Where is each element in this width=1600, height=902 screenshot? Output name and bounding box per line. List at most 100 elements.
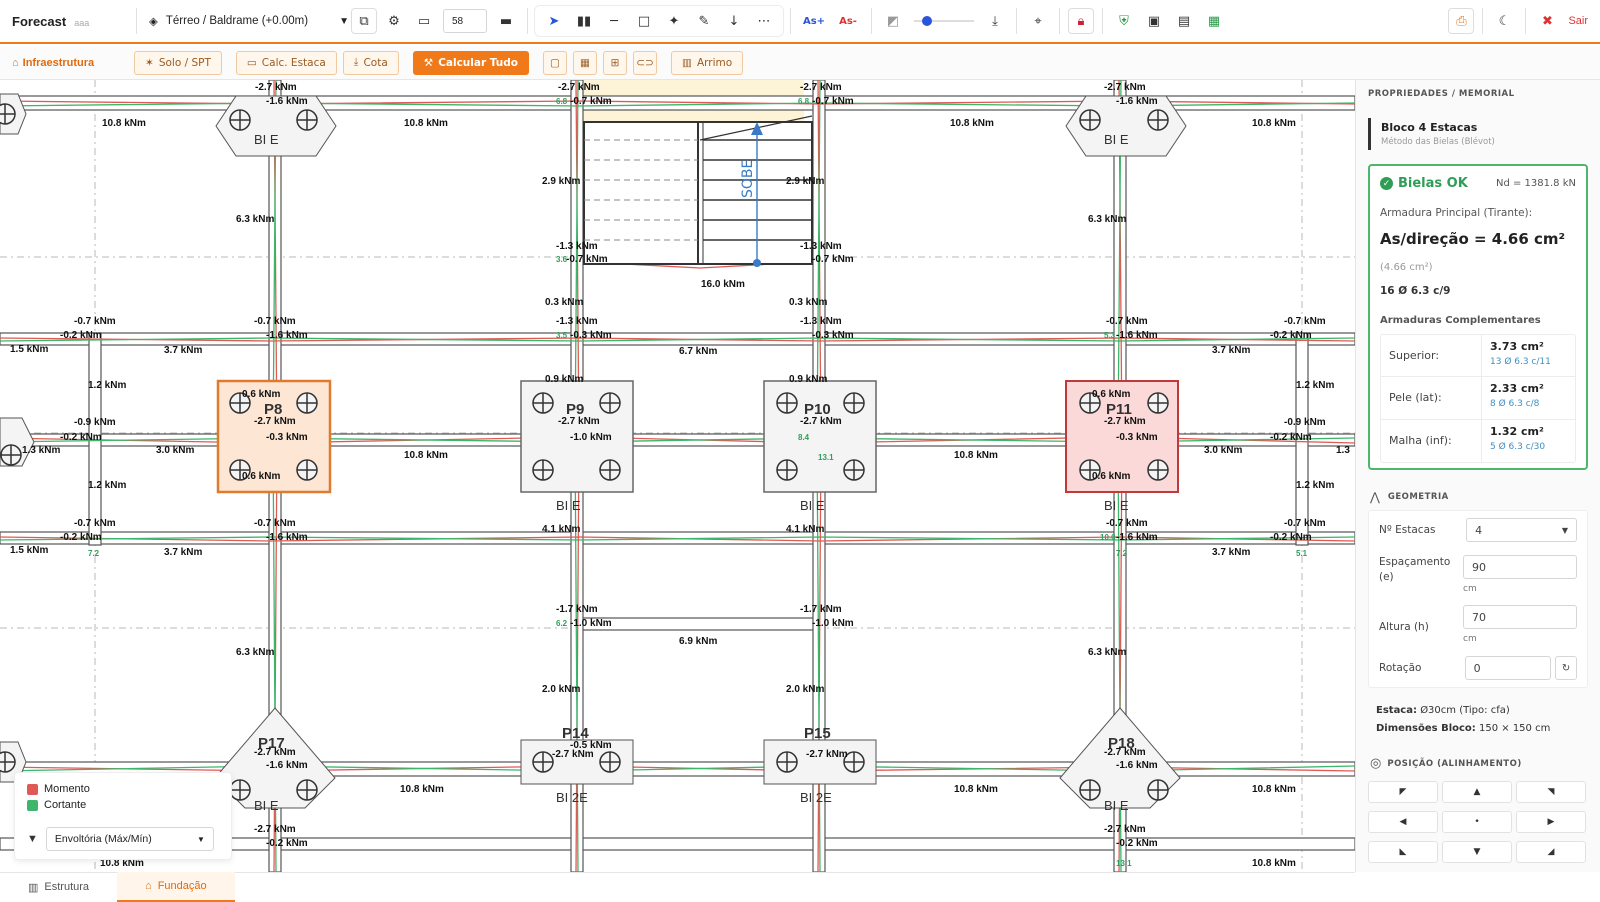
espacamento-row: Espaçamento (e) 90 cm	[1369, 549, 1587, 599]
slab-rect-icon[interactable]: □	[631, 8, 657, 34]
rotate-reset-icon[interactable]: ↻	[1555, 656, 1577, 680]
dim-value: 150 × 150 cm	[1479, 723, 1551, 734]
folder-icon[interactable]: ▭	[411, 8, 437, 34]
espacamento-input[interactable]: 90	[1463, 555, 1577, 579]
magic-wand-icon[interactable]: ✦	[661, 8, 687, 34]
infra-mode[interactable]: ⌂ Infraestrutura	[12, 57, 128, 69]
zoom-input[interactable]: 58	[443, 9, 487, 33]
beam-line-icon[interactable]: ─	[601, 8, 627, 34]
floor-selector[interactable]: ◈ Térreo / Baldrame (+0.00m) ▼	[149, 14, 349, 28]
align-bottom-left-button[interactable]: ◣	[1368, 841, 1438, 863]
load-arrow-icon[interactable]: ↓	[721, 8, 747, 34]
plan-drawing[interactable]: SOBE P8 P9 BI E P10 BI E P11 BI E BI E B…	[0, 80, 1355, 872]
focus-view-icon[interactable]: ⌖	[1025, 8, 1051, 34]
moment-label: 3.7 kNm	[1212, 345, 1250, 356]
pile-icon	[296, 779, 318, 801]
project-name: aaa	[74, 17, 90, 28]
link-icon[interactable]: ⊂⊃	[633, 50, 658, 75]
pile-icon	[0, 444, 22, 466]
download-icon[interactable]: ⤓	[982, 8, 1008, 34]
divider	[1016, 8, 1017, 34]
moment-label: -1.0 kNm	[570, 432, 612, 443]
rotacao-input[interactable]: 0	[1464, 656, 1551, 680]
panel-header: PROPRIEDADES / MEMORIAL	[1368, 89, 1515, 99]
block-label: BI E	[1104, 498, 1129, 513]
bottom-tabs: ▥ Estrutura ⌂ Fundação	[0, 872, 1355, 902]
tab-fundacao[interactable]: ⌂ Fundação	[117, 872, 235, 902]
settings-gear-icon[interactable]: ⚙	[381, 8, 407, 34]
as-minus-button[interactable]: As-	[833, 8, 863, 34]
table-row: Pele (lat): 2.33 cm² 8 Ø 6.3 c/8	[1381, 377, 1575, 420]
calcular-tudo-button[interactable]: ⚒ Calcular Tudo	[412, 50, 530, 75]
pile-icon	[1147, 779, 1169, 801]
grid-9-icon[interactable]: ⊞	[603, 50, 628, 75]
excel-export-icon[interactable]: ▦	[1201, 8, 1227, 34]
as-plus-button[interactable]: As+	[799, 8, 829, 34]
more-options-icon[interactable]: ⋯	[751, 8, 777, 34]
moment-label: 0.3 kNm	[545, 297, 583, 308]
edit-pencil-icon[interactable]: ✎	[691, 8, 717, 34]
moment-label: -0.7 kNm	[1106, 316, 1148, 327]
moment-label: -1.6 kNm	[1116, 96, 1158, 107]
shield-icon[interactable]: ⛨	[1111, 8, 1137, 34]
unit-label: cm	[1463, 584, 1477, 594]
align-center-button[interactable]: •	[1442, 811, 1512, 833]
cortante-swatch	[27, 799, 38, 811]
envelope-select[interactable]: Envoltória (Máx/Mín) ▼	[45, 827, 214, 851]
tab-estrutura-label: Estrutura	[44, 881, 90, 893]
align-left-button[interactable]: ◀	[1368, 811, 1438, 833]
espacamento-label: Espaçamento (e)	[1379, 556, 1451, 583]
align-right-button[interactable]: ▶	[1516, 811, 1586, 833]
arrimo-button[interactable]: ▥ Arrimo	[671, 50, 744, 75]
block-method: Método das Bielas (Blévot)	[1381, 137, 1495, 147]
home-icon: ⌂	[12, 56, 19, 69]
estaca-value: Ø30cm (Tipo: cfa)	[1420, 705, 1510, 716]
moment-label: -1.3 kNm	[800, 316, 842, 327]
align-top-right-button[interactable]: ◥	[1516, 781, 1586, 803]
altura-input[interactable]: 70	[1463, 605, 1577, 629]
geometria-label: GEOMETRIA	[1387, 492, 1449, 502]
pile-icon	[229, 779, 251, 801]
column-tool-icon[interactable]: ▮▮	[571, 8, 597, 34]
print-icon[interactable]: ⎙	[1448, 8, 1475, 34]
select-pointer-icon[interactable]: ➤	[541, 8, 567, 34]
dark-mode-icon[interactable]: ☾	[1491, 8, 1517, 34]
pele-label: Pele (lat):	[1389, 391, 1442, 404]
tab-estrutura[interactable]: ▥ Estrutura	[0, 872, 117, 902]
ruler-icon[interactable]: ▬	[493, 8, 519, 34]
exit-button[interactable]: Sair	[1568, 15, 1588, 27]
moment-label: -2.7 kNm	[800, 82, 842, 93]
block-title: Bloco 4 Estacas	[1381, 121, 1478, 134]
moment-label: -0.2 kNm	[1270, 532, 1312, 543]
align-top-left-button[interactable]: ◤	[1368, 781, 1438, 803]
trash-icon[interactable]: ✖	[1534, 8, 1560, 34]
moment-label: -2.7 kNm	[800, 416, 842, 427]
calc-estaca-button[interactable]: ▭ Calc. Estaca	[235, 50, 337, 75]
lock-icon[interactable]: 🔒︎	[1068, 8, 1094, 34]
pile-info: Estaca: Ø30cm (Tipo: cfa) Dimensões Bloc…	[1376, 702, 1600, 738]
divider	[1525, 8, 1527, 34]
block-label: BI 2E	[800, 790, 832, 805]
n-estacas-select[interactable]: 4 ▼	[1466, 518, 1577, 542]
cota-label: Cota	[363, 56, 388, 69]
pile-icon	[296, 459, 318, 481]
align-bottom-right-button[interactable]: ◢	[1516, 841, 1586, 863]
align-bottom-button[interactable]: ▼	[1442, 841, 1512, 863]
scale-slider[interactable]	[914, 14, 974, 28]
single-block-icon[interactable]: ▢	[543, 50, 568, 75]
moment-label: 10.8 kNm	[1252, 118, 1296, 129]
drawing-canvas[interactable]: SOBE P8 P9 BI E P10 BI E P11 BI E BI E B…	[0, 80, 1355, 872]
save-icon[interactable]: ▣	[1141, 8, 1167, 34]
align-top-button[interactable]: ▲	[1442, 781, 1512, 803]
solo-spt-button[interactable]: ✶ Solo / SPT	[134, 50, 222, 75]
document-icon[interactable]: ▤	[1171, 8, 1197, 34]
chart-icon: ◩	[886, 13, 900, 29]
target-icon: ◎	[1370, 756, 1382, 771]
copy-floor-icon[interactable]: ⧉	[351, 8, 377, 34]
moment-label: -0.2 kNm	[60, 330, 102, 341]
slider-thumb[interactable]	[921, 16, 932, 26]
cota-button[interactable]: ⤓ Cota	[342, 50, 399, 75]
grid-4-icon[interactable]: ▦	[573, 50, 598, 75]
filter-icon: ▼	[27, 833, 38, 845]
moment-label: -0.7 kNm	[74, 518, 116, 529]
